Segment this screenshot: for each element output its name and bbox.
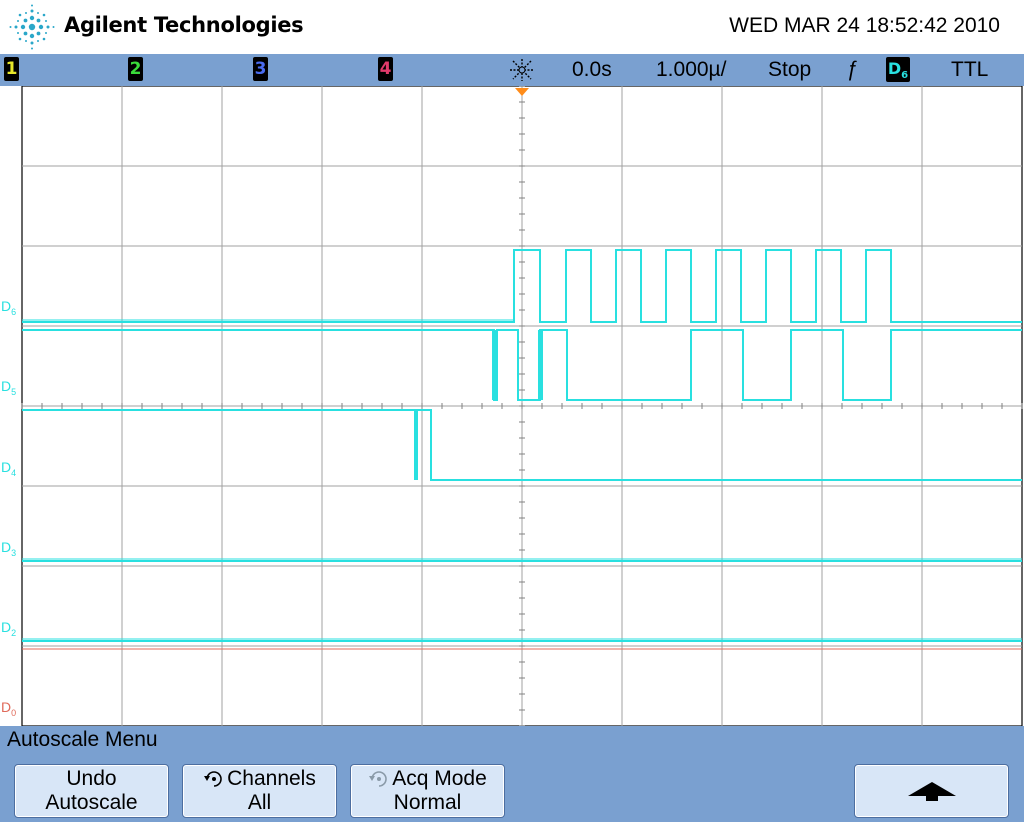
trigger-source-sub: 6 bbox=[901, 70, 909, 82]
channel-3-indicator[interactable]: 3 bbox=[253, 57, 268, 81]
run-state: Stop bbox=[768, 58, 812, 81]
channel-label-d3-name: D bbox=[1, 539, 12, 555]
channel-label-d0: D0 bbox=[1, 699, 16, 718]
channel-label-d6: D6 bbox=[1, 298, 16, 317]
waveform-display: D6 D5 D4 D3 D2 D0 bbox=[0, 86, 1024, 726]
channel-label-d5: D5 bbox=[1, 378, 16, 397]
channel-label-d0-name: D bbox=[1, 699, 12, 715]
channel-label-d3: D3 bbox=[1, 539, 16, 558]
trigger-source-name: D bbox=[887, 59, 902, 78]
trace-d5-burst bbox=[492, 330, 496, 400]
softkey-2-line2: All bbox=[247, 791, 272, 814]
trace-d5-burst bbox=[538, 330, 543, 400]
menu-title: Autoscale Menu bbox=[7, 728, 158, 751]
date-time: WED MAR 24 18:52:42 2010 bbox=[729, 14, 1000, 37]
channel-label-d3-sub: 3 bbox=[11, 547, 17, 558]
rotary-knob-icon bbox=[369, 771, 388, 788]
softkey-3-line1: Acq Mode bbox=[392, 767, 487, 790]
channel-label-d5-sub: 5 bbox=[11, 386, 17, 397]
softkey-1-line1: Undo bbox=[66, 767, 117, 790]
trigger-position-marker bbox=[515, 88, 529, 96]
trigger-level[interactable]: TTL bbox=[951, 58, 988, 82]
channel-label-d2: D2 bbox=[1, 619, 16, 638]
channel-label-d6-sub: 6 bbox=[11, 306, 17, 317]
trigger-source[interactable]: D6 bbox=[886, 57, 910, 82]
acq-mode-button[interactable]: Acq Mode Normal bbox=[350, 764, 505, 818]
softkey-1-line2: Autoscale bbox=[45, 791, 138, 814]
menu-up-button[interactable] bbox=[854, 764, 1009, 818]
trigger-slope-icon: ƒ bbox=[846, 58, 858, 81]
up-arrow-icon bbox=[907, 782, 956, 801]
time-reference[interactable]: 0.0s bbox=[572, 58, 612, 82]
header-bar: Agilent Technologies WED MAR 24 18:52:42… bbox=[0, 0, 1024, 54]
agilent-spark-logo bbox=[9, 4, 55, 50]
channel-1-indicator[interactable]: 1 bbox=[4, 57, 19, 81]
channel-2-indicator[interactable]: 2 bbox=[128, 57, 143, 81]
channel-label-d0-sub: 0 bbox=[11, 707, 17, 718]
softkey-3-line2: Normal bbox=[393, 791, 462, 814]
channel-label-d4-name: D bbox=[1, 459, 12, 475]
timebase[interactable]: 1.000µ/ bbox=[656, 58, 727, 82]
softkey-2-line1: Channels bbox=[227, 767, 316, 790]
channel-label-d4: D4 bbox=[1, 459, 16, 478]
horizontal-reference-icon bbox=[510, 59, 534, 81]
channel-label-d2-sub: 2 bbox=[11, 627, 17, 638]
undo-autoscale-button[interactable]: Undo Autoscale bbox=[14, 764, 169, 818]
channels-button[interactable]: Channels All bbox=[182, 764, 337, 818]
status-bar: 1 2 3 4 0.0s 1.000µ/ Stop ƒ D6 TTL bbox=[0, 54, 1024, 86]
rotary-knob-icon bbox=[204, 771, 222, 788]
channel-4-indicator[interactable]: 4 bbox=[378, 57, 393, 81]
brand-name: Agilent Technologies bbox=[64, 13, 304, 37]
channel-label-d2-name: D bbox=[1, 619, 12, 635]
softkey-menu: Autoscale Menu Undo Autoscale Channels A… bbox=[0, 726, 1024, 822]
trace-d4-burst bbox=[414, 410, 418, 480]
waveform-graticule bbox=[21, 86, 1023, 726]
channel-label-d5-name: D bbox=[1, 378, 12, 394]
channel-label-d6-name: D bbox=[1, 298, 12, 314]
channel-label-d4-sub: 4 bbox=[11, 467, 17, 478]
